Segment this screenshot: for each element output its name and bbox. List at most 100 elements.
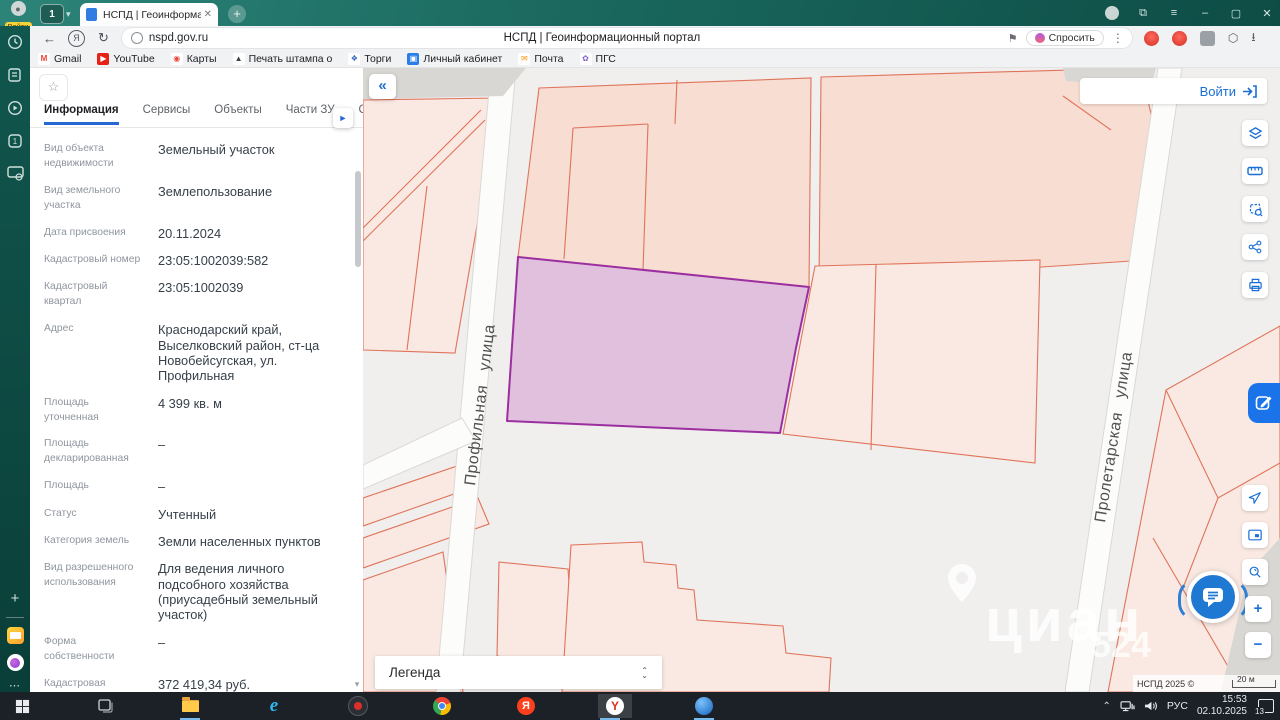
bookmark-item[interactable]: ▶ YouTube bbox=[97, 52, 155, 65]
layers-button[interactable] bbox=[1242, 120, 1268, 146]
tab-group-button[interactable]: 1 bbox=[40, 4, 64, 24]
internet-explorer-button[interactable]: e bbox=[262, 694, 286, 718]
app-sphere-button[interactable] bbox=[692, 694, 716, 720]
scrollbar-down-icon[interactable]: ▾ bbox=[352, 679, 362, 690]
task-view-icon bbox=[98, 699, 113, 713]
panel-tab[interactable]: Объекты bbox=[214, 104, 261, 122]
window-controls: ⧉ ≡ – ▢ ✕ bbox=[1105, 0, 1274, 26]
history-clock-icon[interactable] bbox=[7, 34, 23, 50]
legend-expand-icon[interactable]: ⌃ ⌄ bbox=[641, 666, 648, 679]
print-button[interactable] bbox=[1242, 272, 1268, 298]
locate-me-button[interactable] bbox=[1242, 485, 1268, 511]
new-tab-button[interactable]: + bbox=[228, 5, 246, 23]
notification-center-button[interactable]: 13 bbox=[1254, 698, 1274, 716]
yandex-icon: Я bbox=[517, 697, 535, 715]
app-icon bbox=[348, 696, 368, 716]
cadastral-map[interactable]: Профильная улица Пролетарская улица bbox=[363, 68, 1280, 692]
bookmark-item[interactable]: ◉ Карты bbox=[170, 52, 217, 65]
file-explorer-button[interactable] bbox=[178, 694, 202, 720]
video-play-icon[interactable] bbox=[7, 100, 23, 116]
network-icon[interactable] bbox=[1120, 700, 1135, 712]
extension-icon[interactable] bbox=[1171, 30, 1187, 46]
bookmark-item[interactable]: ▣ Личный кабинет bbox=[407, 52, 502, 65]
yandex-browser-icon: Y bbox=[606, 697, 624, 715]
attribute-value: Для ведения личного подсобного хозяйства… bbox=[158, 561, 318, 623]
chat-assistant-button[interactable] bbox=[1178, 571, 1248, 623]
task-view-button[interactable] bbox=[94, 694, 118, 718]
favorite-star-button[interactable]: ☆ bbox=[39, 74, 68, 101]
site-identity-icon[interactable] bbox=[130, 32, 143, 44]
language-indicator[interactable]: РУС bbox=[1167, 700, 1188, 712]
bookmark-item[interactable]: ✿ ПГС bbox=[579, 52, 616, 65]
tabs-scroll-right-button[interactable]: ► bbox=[333, 108, 353, 128]
overview-map-button[interactable] bbox=[1242, 522, 1268, 548]
alice-assistant-icon[interactable] bbox=[6, 654, 24, 671]
tab-group-chevron-icon[interactable]: ▾ bbox=[66, 9, 71, 20]
window-minimize-icon[interactable]: – bbox=[1198, 7, 1212, 19]
notification-count: 13 bbox=[1254, 707, 1265, 716]
app-button[interactable] bbox=[346, 694, 370, 718]
refresh-icon[interactable]: ↻ bbox=[98, 30, 109, 46]
browser-menu-icon[interactable]: ≡ bbox=[1167, 7, 1181, 19]
taskbar-clock[interactable]: 15:53 02.10.2025 bbox=[1197, 694, 1247, 718]
bookmark-flag-icon[interactable]: ⚑ bbox=[1008, 32, 1018, 45]
start-button[interactable] bbox=[10, 694, 34, 718]
selected-parcel[interactable] bbox=[506, 256, 810, 434]
zoom-extent-button[interactable] bbox=[1242, 559, 1268, 585]
zoom-out-button[interactable]: − bbox=[1245, 632, 1271, 658]
ask-alice-button[interactable]: Спросить bbox=[1025, 30, 1104, 46]
yandex-browser-button[interactable]: Y bbox=[598, 694, 632, 720]
profile-avatar-icon: ● bbox=[10, 1, 26, 16]
rail-more-icon[interactable]: ⋯ bbox=[9, 679, 21, 692]
spatial-search-button[interactable] bbox=[1242, 196, 1268, 222]
extension-icon[interactable] bbox=[1143, 30, 1159, 46]
attribute-value: Землепользование bbox=[158, 183, 273, 199]
chrome-avatar-icon[interactable] bbox=[1105, 6, 1119, 20]
screencast-icon[interactable] bbox=[6, 166, 24, 181]
omnibox-menu-icon[interactable]: ⋮ bbox=[1112, 31, 1124, 45]
panel-scrollbar[interactable]: ▾ bbox=[352, 129, 362, 692]
notes-icon[interactable] bbox=[7, 67, 23, 83]
zoom-in-button[interactable]: + bbox=[1245, 596, 1271, 622]
panel-collapse-button[interactable]: « bbox=[369, 74, 396, 99]
window-restore-icon[interactable]: ▢ bbox=[1229, 7, 1243, 20]
extensions-puzzle-icon[interactable]: ⬡ bbox=[1228, 31, 1238, 45]
scrollbar-thumb[interactable] bbox=[355, 171, 361, 267]
chat-bubble-icon bbox=[1203, 588, 1223, 607]
bookmark-favicon-icon: ✉ bbox=[518, 52, 531, 65]
downloads-icon[interactable]: ⭳ bbox=[1251, 28, 1255, 49]
extension-icon[interactable] bbox=[1199, 30, 1215, 46]
omnibox[interactable]: nspd.gov.ru НСПД | Геоинформационный пор… bbox=[120, 27, 1133, 49]
window-close-icon[interactable]: ✕ bbox=[1260, 7, 1274, 20]
measure-button[interactable] bbox=[1242, 158, 1268, 184]
bookmark-item[interactable]: ✉ Почта bbox=[518, 52, 564, 65]
yandex-app-button[interactable]: Я bbox=[514, 694, 538, 718]
hidden-icons-chevron[interactable]: ⌃ bbox=[1103, 701, 1111, 712]
legend-label: Легенда bbox=[389, 665, 441, 680]
map-canvas[interactable]: Профильная улица Пролетарская улица циан… bbox=[363, 68, 1280, 692]
map-copyright: НСПД 2025 © bbox=[1137, 678, 1195, 689]
panel-tab[interactable]: Части ЗУ bbox=[286, 104, 335, 122]
legend-bar[interactable]: Легенда ⌃ ⌄ bbox=[375, 656, 662, 689]
panel-tab[interactable]: Сервисы bbox=[143, 104, 191, 122]
yandex-mail-icon[interactable] bbox=[6, 627, 24, 644]
url-text: nspd.gov.ru bbox=[148, 32, 209, 44]
map-login-bar[interactable]: Войти bbox=[1080, 78, 1267, 104]
panel-tab[interactable]: Информация bbox=[44, 104, 119, 125]
attribute-value: 372 419,34 руб. bbox=[158, 676, 251, 692]
yandex-home-icon[interactable]: Я bbox=[68, 29, 85, 47]
tab-close-icon[interactable]: ✕ bbox=[204, 9, 212, 20]
bookmark-item[interactable]: M Gmail bbox=[38, 52, 81, 65]
browser-tab[interactable]: НСПД | Геоинформац ✕ bbox=[80, 3, 218, 26]
bookmark-item[interactable]: ❖ Торги bbox=[348, 52, 391, 65]
volume-icon[interactable] bbox=[1144, 700, 1158, 712]
share-button[interactable] bbox=[1242, 234, 1268, 260]
tab-counter-icon[interactable]: 1 bbox=[7, 133, 23, 149]
back-icon[interactable]: ← bbox=[43, 31, 56, 46]
rail-add-icon[interactable]: + bbox=[11, 590, 20, 607]
side-panels-icon[interactable]: ⧉ bbox=[1136, 7, 1150, 20]
attribute-row: Кадастровый номер 23:05:1002039:582 bbox=[44, 253, 346, 268]
chrome-button[interactable] bbox=[430, 694, 454, 718]
bookmark-item[interactable]: ▲ Печать штампа о bbox=[232, 52, 332, 65]
side-panel-handle[interactable] bbox=[1248, 383, 1280, 423]
